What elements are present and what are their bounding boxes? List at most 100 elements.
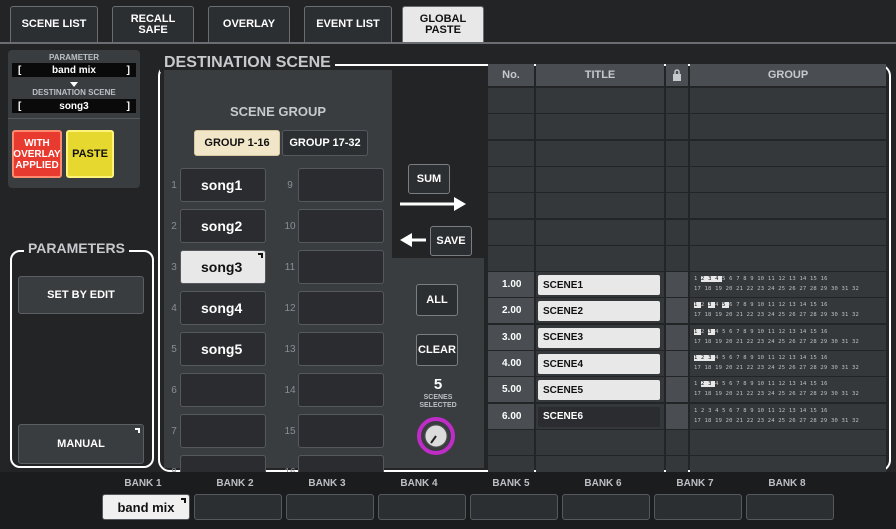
bank-button-4[interactable] xyxy=(378,494,466,520)
group-line-1: 1 2 3 4 5 6 7 8 9 10 11 12 13 14 15 16 xyxy=(694,381,828,388)
lock-icon xyxy=(666,64,688,86)
title-cell: SCENE5 xyxy=(536,377,664,403)
title-cell xyxy=(536,88,664,113)
clear-button[interactable]: CLEAR xyxy=(416,334,458,366)
tab-scene-list[interactable]: SCENE LIST xyxy=(10,6,98,42)
arrow-down-icon xyxy=(70,82,78,87)
bracket-right: ] xyxy=(126,64,130,76)
parameter-label: PARAMETER xyxy=(48,53,100,62)
scene-slot-3[interactable]: song3 xyxy=(180,250,266,284)
scene-slot-11[interactable] xyxy=(298,250,384,284)
scene-slot-13[interactable] xyxy=(298,332,384,366)
lock-cell xyxy=(666,403,688,429)
knob-icon[interactable] xyxy=(416,416,456,456)
header-no: No. xyxy=(488,64,534,86)
scene-title[interactable]: SCENE1 xyxy=(538,275,660,296)
manual-button[interactable]: MANUAL xyxy=(18,424,144,464)
with-overlay-applied-button[interactable]: WITH OVERLAY APPLIED xyxy=(12,130,62,178)
scenes-selected-label: SCENES SELECTED xyxy=(419,394,457,409)
table-row xyxy=(488,429,886,456)
scene-slot-5[interactable]: song5 xyxy=(180,332,266,366)
bank-button-1[interactable]: band mix xyxy=(102,494,190,520)
scene-slot-10[interactable] xyxy=(298,209,384,243)
global-paste-screen: SCENE LIST RECALL SAFE OVERLAY EVENT LIS… xyxy=(0,0,896,529)
bank-label: BANK 5 xyxy=(492,478,530,489)
group-line-1: 1 2 3 4 5 6 7 8 9 10 11 12 13 14 15 16 xyxy=(694,328,828,335)
scene-group-title: SCENE GROUP xyxy=(229,104,327,119)
group-grid: 1 2 3 4 5 6 7 8 9 10 11 12 13 14 15 16 1… xyxy=(694,379,888,401)
group-cell xyxy=(690,140,886,166)
scene-title[interactable]: SCENE5 xyxy=(538,380,660,401)
table-row[interactable]: 4.00 SCENE4 1 2 3 4 5 6 7 8 9 10 11 12 13 … xyxy=(488,351,886,377)
title-cell xyxy=(536,114,664,140)
scene-slot-14[interactable] xyxy=(298,373,384,407)
slot-number: 1 xyxy=(171,180,177,191)
group-cell: 1 2 3 4 5 6 7 8 9 10 11 12 13 14 15 16 1… xyxy=(690,324,886,350)
scene-title[interactable]: SCENE6 xyxy=(538,406,660,427)
table-row[interactable]: 2.00 SCENE2 1 2 3 4 5 6 7 8 9 10 11 12 13 … xyxy=(488,298,886,324)
group-line-2: 17 18 19 20 21 22 23 24 25 26 27 28 29 3… xyxy=(694,312,860,319)
destination-scene-field[interactable]: [ song3 ] xyxy=(12,99,136,113)
title-cell: SCENE3 xyxy=(536,324,664,350)
group-grid: 1 2 3 4 5 6 7 8 9 10 11 12 13 14 15 16 1… xyxy=(694,353,888,375)
title-cell xyxy=(536,245,664,271)
title-cell: SCENE4 xyxy=(536,351,664,376)
table-row[interactable]: 3.00 SCENE3 1 2 3 4 5 6 7 8 9 10 11 12 13 … xyxy=(488,324,886,351)
table-row[interactable]: 5.00 SCENE5 1 2 3 4 5 6 7 8 9 10 11 12 13 … xyxy=(488,377,886,403)
tab-global-paste[interactable]: GLOBAL PASTE xyxy=(402,6,484,42)
bank-button-6[interactable] xyxy=(562,494,650,520)
tab-event-list[interactable]: EVENT LIST xyxy=(304,6,392,42)
scene-slot-6[interactable] xyxy=(180,373,266,407)
scene-slot-1[interactable]: song1 xyxy=(180,168,266,202)
table-row[interactable]: 1.00 SCENE1 1 2 3 4 5 6 7 8 9 10 11 12 13 … xyxy=(488,272,886,298)
scene-slot-2[interactable]: song2 xyxy=(180,209,266,243)
bank-button-7[interactable] xyxy=(654,494,742,520)
set-by-edit-button[interactable]: SET BY EDIT xyxy=(18,276,144,314)
title-cell: SCENE6 xyxy=(536,403,664,429)
tab-overlay[interactable]: OVERLAY xyxy=(208,6,290,42)
bank-button-2[interactable] xyxy=(194,494,282,520)
scene-slot-7[interactable] xyxy=(180,414,266,448)
paste-button[interactable]: PASTE xyxy=(66,130,114,178)
scene-title[interactable]: SCENE2 xyxy=(538,301,660,322)
scene-title[interactable]: SCENE3 xyxy=(538,327,660,348)
no-cell: 3.00 xyxy=(488,324,534,350)
arrow-left-icon xyxy=(400,233,426,247)
lock-cell xyxy=(666,429,688,455)
bank-button-3[interactable] xyxy=(286,494,374,520)
bank-label: BANK 3 xyxy=(308,478,346,489)
selection-panel: ALL CLEAR 5 SCENES SELECTED xyxy=(392,258,484,468)
no-cell: 6.00 xyxy=(488,403,534,429)
scene-number: 6.00 xyxy=(502,410,522,422)
group-line-2: 17 18 19 20 21 22 23 24 25 26 27 28 29 3… xyxy=(694,417,860,424)
save-button[interactable]: SAVE xyxy=(430,226,472,256)
scene-slot-12[interactable] xyxy=(298,291,384,325)
header-title: TITLE xyxy=(536,64,664,86)
table-row[interactable]: 6.00 SCENE6 1 2 3 4 5 6 7 8 9 10 11 12 13 … xyxy=(488,403,886,430)
lock-cell xyxy=(666,324,688,350)
group-1-16-button[interactable]: GROUP 1-16 xyxy=(194,130,280,156)
group-cell xyxy=(690,193,886,219)
bank-button-5[interactable] xyxy=(470,494,558,520)
table-row xyxy=(488,193,886,219)
table-row xyxy=(488,140,886,167)
scene-slot-15[interactable] xyxy=(298,414,384,448)
all-button[interactable]: ALL xyxy=(416,284,458,316)
group-17-32-button[interactable]: GROUP 17-32 xyxy=(282,130,368,156)
parameter-field[interactable]: [ band mix ] xyxy=(12,63,136,77)
sum-button[interactable]: SUM xyxy=(408,164,450,194)
group-cell xyxy=(690,219,886,245)
title-cell xyxy=(536,140,664,166)
destination-scene-label: DESTINATION SCENE xyxy=(32,88,116,97)
scene-number: 5.00 xyxy=(502,384,522,396)
scene-slot-4[interactable]: song4 xyxy=(180,291,266,325)
scene-title[interactable]: SCENE4 xyxy=(538,354,660,374)
tab-recall-safe[interactable]: RECALL SAFE xyxy=(112,6,194,42)
slot-number: 12 xyxy=(284,303,296,314)
bank-button-8[interactable] xyxy=(746,494,834,520)
group-line-1: 1 2 3 4 5 6 7 8 9 10 11 12 13 14 15 16 xyxy=(694,276,828,283)
scene-slot-9[interactable] xyxy=(298,168,384,202)
slot-number: 3 xyxy=(171,262,177,273)
group-cell: 1 2 3 4 5 6 7 8 9 10 11 12 13 14 15 16 1… xyxy=(690,403,886,429)
group-grid: 1 2 3 4 5 6 7 8 9 10 11 12 13 14 15 16 1… xyxy=(694,300,888,322)
